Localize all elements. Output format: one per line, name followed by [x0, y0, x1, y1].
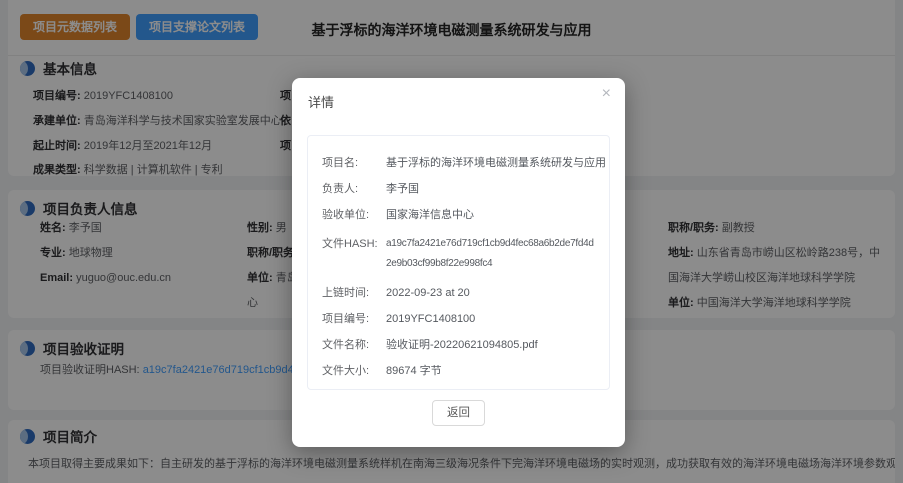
- modal-file-size-row: 文件大小: 89674 字节: [322, 365, 442, 377]
- modal-chain-time-row: 上链时间: 2022-09-23 at 20: [322, 287, 470, 299]
- project-detail-page: 项目元数据列表 项目支撑论文列表 基于浮标的海洋环境电磁测量系统研发与应用 基本…: [0, 0, 903, 483]
- close-icon[interactable]: ×: [602, 86, 611, 102]
- detail-modal: 详情 × 项目名: 基于浮标的海洋环境电磁测量系统研发与应用 负责人: 李予国 …: [292, 78, 625, 447]
- modal-title: 详情: [308, 95, 335, 110]
- back-button[interactable]: 返回: [432, 400, 485, 426]
- modal-project-number-row: 项目编号: 2019YFC1408100: [322, 313, 476, 325]
- modal-file-hash-row: 文件HASH: a19c7fa2421e76d719cf1cb9d4fec68a…: [322, 238, 594, 269]
- modal-leader-row: 负责人: 李予国: [322, 183, 419, 195]
- modal-file-name-row: 文件名称: 验收证明-20220621094805.pdf: [322, 339, 538, 351]
- modal-footer: 返回: [292, 400, 625, 426]
- modal-field-box: 项目名: 基于浮标的海洋环境电磁测量系统研发与应用 负责人: 李予国 验收单位:…: [307, 135, 610, 390]
- modal-acceptance-unit-row: 验收单位: 国家海洋信息中心: [322, 209, 474, 221]
- modal-project-name-row: 项目名: 基于浮标的海洋环境电磁测量系统研发与应用: [322, 157, 606, 169]
